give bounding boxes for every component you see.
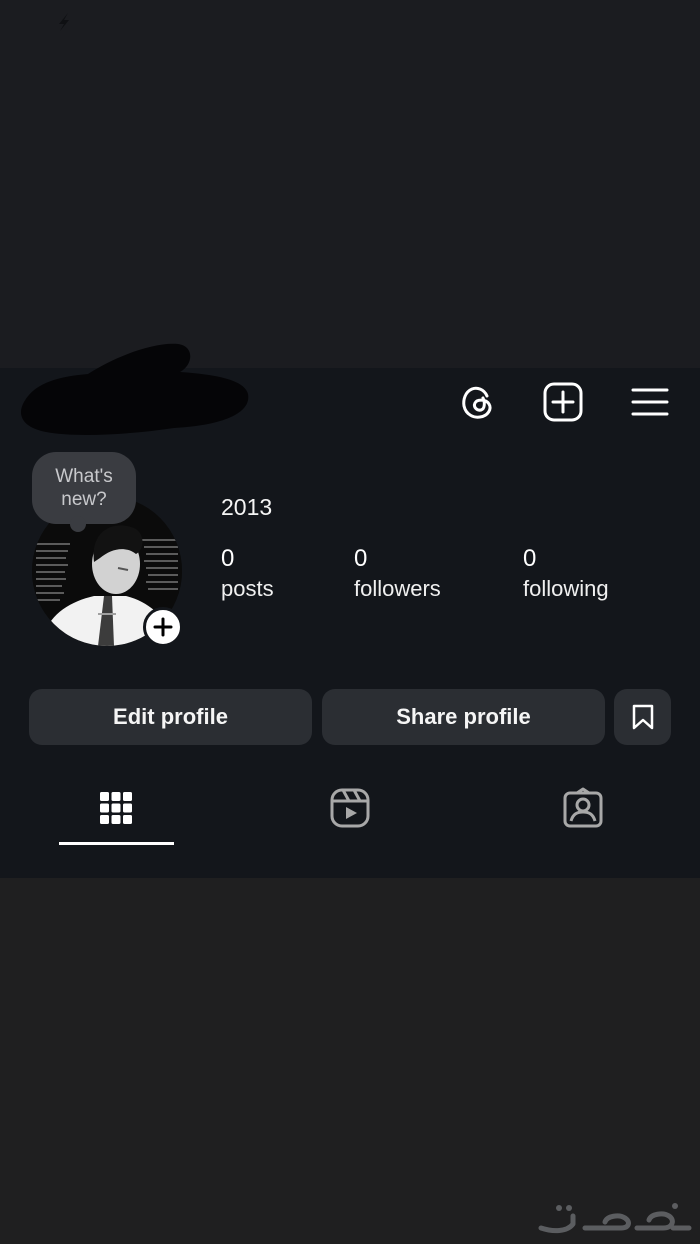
bookmark-icon: [632, 704, 653, 730]
plus-icon: [153, 617, 173, 637]
followers-label: followers: [354, 576, 441, 601]
watermark-logo: [538, 1203, 692, 1234]
reels-icon: [330, 788, 370, 828]
profile-name: 2013: [221, 494, 273, 520]
create-post-icon[interactable]: [539, 378, 587, 426]
redacted-username: [20, 343, 249, 435]
menu-icon[interactable]: [626, 378, 674, 426]
tab-tagged[interactable]: [553, 780, 613, 836]
posts-stat[interactable]: 0 posts: [221, 544, 274, 604]
grid-icon: [100, 792, 132, 824]
tab-posts-grid[interactable]: [86, 780, 146, 836]
active-tab-indicator: [59, 842, 174, 845]
edit-profile-button[interactable]: Edit profile: [29, 689, 312, 745]
share-profile-button[interactable]: Share profile: [322, 689, 605, 745]
following-count: 0: [523, 545, 537, 572]
threads-icon[interactable]: [453, 378, 501, 426]
add-story-button[interactable]: [143, 607, 183, 647]
content-area: [0, 878, 700, 1244]
saved-button[interactable]: [614, 689, 671, 745]
posts-count: 0: [221, 545, 235, 572]
following-stat[interactable]: 0 following: [523, 544, 609, 604]
followers-count: 0: [354, 545, 368, 572]
following-label: following: [523, 576, 609, 601]
whats-new-bubble[interactable]: What's new?: [32, 452, 136, 532]
tab-reels[interactable]: [320, 780, 380, 836]
status-glyph-icon: [59, 13, 69, 31]
tagged-icon: [563, 787, 603, 828]
top-area: [0, 0, 700, 368]
followers-stat[interactable]: 0 followers: [354, 544, 441, 604]
posts-label: posts: [221, 576, 274, 601]
